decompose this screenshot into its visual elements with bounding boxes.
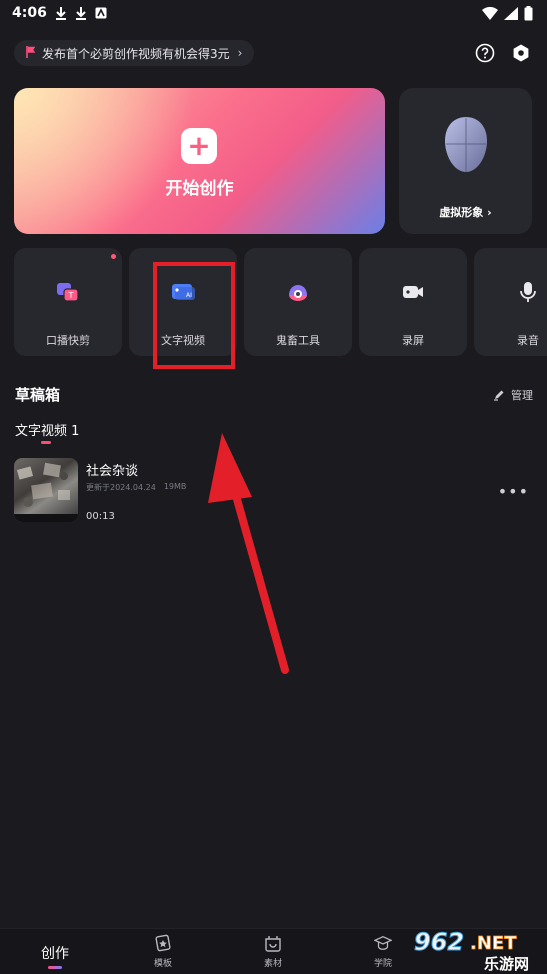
pencil-icon (494, 390, 504, 401)
template-icon (154, 934, 172, 952)
tab-underline (41, 441, 51, 444)
svg-text:962: 962 (414, 928, 464, 956)
settings-icon[interactable] (510, 42, 532, 64)
tool-row: T 口播快剪 AI 文字视频 鬼畜工具 录屏 录音 (14, 248, 547, 356)
virtual-avatar-card[interactable]: 虚拟形象 › (399, 88, 532, 234)
nav-active-indicator (48, 966, 62, 969)
draft-thumbnail (14, 458, 78, 522)
flag-icon (26, 45, 36, 61)
download-icon (75, 7, 86, 20)
promo-banner[interactable]: 发布首个必剪创作视频有机会得3元 › (14, 40, 255, 66)
nav-create[interactable]: 创作 (15, 929, 95, 974)
new-badge-dot (111, 254, 116, 259)
drafts-tab-text-video[interactable]: 文字视频 1 (15, 420, 79, 439)
status-time: 4:06 (12, 5, 47, 21)
start-creation-label: 开始创作 (165, 179, 234, 199)
avatar-head-icon (445, 117, 487, 172)
watermark-logo: 962 .NET 乐游网 (414, 928, 530, 973)
status-bar: 4:06 (0, 0, 547, 26)
materials-icon (264, 934, 282, 952)
annotation-highlight-box (153, 262, 235, 369)
plus-icon: + (181, 128, 217, 164)
virtual-avatar-label: 虚拟形象 › (439, 206, 492, 219)
more-options-icon[interactable]: ••• (498, 482, 529, 501)
drafts-title: 草稿箱 (15, 386, 61, 404)
chevron-right-icon: › (237, 46, 243, 60)
remix-tool-icon (286, 280, 310, 304)
teleprompter-icon: T (56, 280, 80, 304)
svg-text:T: T (68, 291, 74, 300)
svg-text:乐游网: 乐游网 (484, 955, 529, 972)
nav-templates[interactable]: 模板 (123, 929, 203, 974)
nav-materials[interactable]: 素材 (233, 929, 313, 974)
nav-label: 模板 (153, 959, 172, 969)
nav-label: 素材 (263, 959, 282, 969)
graduation-cap-icon (374, 934, 392, 952)
draft-name: 社会杂谈 (86, 464, 139, 479)
promo-text: 发布首个必剪创作视频有机会得3元 (42, 46, 230, 61)
nav-label: 创作 (41, 946, 69, 962)
battery-icon (524, 5, 533, 20)
tool-label: 录音 (517, 334, 539, 347)
tool-audio-record[interactable]: 录音 (474, 248, 547, 356)
manage-label: 管理 (511, 389, 533, 402)
draft-duration: 00:13 (86, 511, 115, 522)
signal-icon (504, 6, 518, 20)
tool-screen-record[interactable]: 录屏 (359, 248, 467, 356)
tool-remix[interactable]: 鬼畜工具 (244, 248, 352, 356)
annotation-arrow (208, 433, 289, 674)
notification-app-icon (95, 7, 107, 19)
tool-label: 口播快剪 (46, 334, 90, 347)
wifi-icon (482, 6, 498, 20)
microphone-icon (516, 280, 540, 304)
manage-button[interactable]: 管理 (493, 387, 533, 403)
draft-updated: 更新于2024.04.24 (86, 483, 156, 492)
download-icon (55, 7, 66, 20)
tool-teleprompter[interactable]: T 口播快剪 (14, 248, 122, 356)
draft-meta: 更新于2024.04.24 19MB (86, 482, 186, 493)
screen-record-icon (401, 280, 425, 304)
draft-size: 19MB (163, 482, 187, 491)
tool-label: 鬼畜工具 (276, 334, 320, 347)
start-creation-card[interactable]: + 开始创作 (14, 88, 385, 234)
tool-label: 录屏 (402, 334, 424, 347)
svg-text:.NET: .NET (470, 933, 517, 954)
help-icon[interactable] (474, 42, 496, 64)
